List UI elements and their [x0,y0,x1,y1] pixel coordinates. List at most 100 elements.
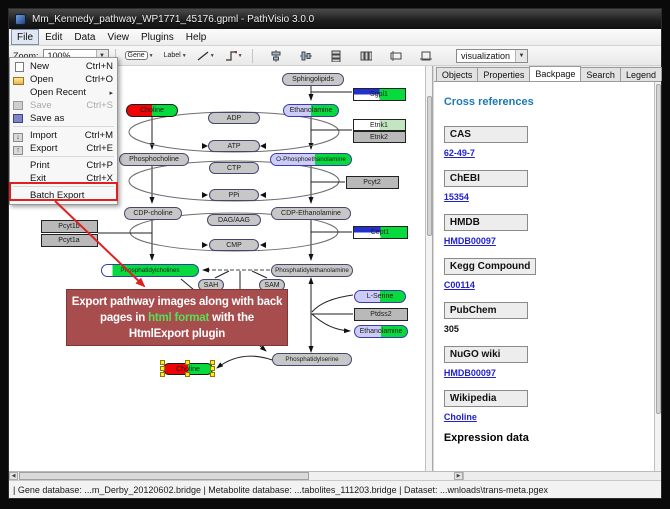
save-icon [13,114,26,124]
xref-value-chebi[interactable]: 15354 [444,192,648,202]
gene-node-etnk2[interactable]: Etnk2 [353,131,406,143]
metabolite-node-phosphatidylserine[interactable]: Phosphatidylserine [272,353,352,366]
expression-data-heading: Expression data [444,432,648,444]
stack-horizontal-button[interactable] [357,48,375,64]
menu-item-export[interactable]: ↑ExportCtrl+E [10,142,117,155]
gene-node-cept1[interactable]: Cept1 [353,226,408,239]
xref-header: PubChem [444,302,528,319]
selection-handle[interactable] [185,360,190,365]
metabolite-node-phosphatidylcholines[interactable]: Phosphatidylcholines [101,264,199,277]
menu-item-import[interactable]: ↓ImportCtrl+M [10,129,117,142]
metabolite-node-ethanolamine[interactable]: Ethanolamine [283,104,339,117]
menu-item-save-as[interactable]: Save as [10,112,117,125]
chevron-down-icon: ▼ [515,50,527,62]
canvas-horizontal-scrollbar[interactable]: ◀ ▶ [9,472,464,480]
xref-value-cas[interactable]: 62-49-7 [444,148,648,158]
scrollbar-thumb[interactable] [427,96,432,236]
align-middle-button[interactable] [297,48,315,64]
canvas-vertical-scrollbar[interactable] [425,66,432,471]
side-panel: ObjectsPropertiesBackpageSearchLegend Cr… [434,66,661,471]
metabolite-node-cmp[interactable]: CMP [209,239,259,251]
gene-node-pcyt1b[interactable]: Pcyt1b [41,220,98,233]
tab-search[interactable]: Search [580,67,621,81]
metabolite-node-phosphocholine[interactable]: Phosphocholine [119,153,189,166]
tab-properties[interactable]: Properties [477,67,530,81]
menubar-item-data[interactable]: Data [68,29,101,45]
menu-item-new[interactable]: NewCtrl+N [10,60,117,73]
tab-backpage[interactable]: Backpage [529,66,581,81]
pathway-edge [202,192,208,198]
selection-handle[interactable] [210,372,215,377]
selection-handle[interactable] [210,360,215,365]
metabolite-node-cdp-choline[interactable]: CDP-choline [124,207,182,220]
metabolite-node-adp[interactable]: ADP [208,112,260,124]
tab-objects[interactable]: Objects [436,67,479,81]
gene-node-ptdss2[interactable]: Ptdss2 [354,308,408,321]
pathway-edge [260,242,266,248]
menubar-item-edit[interactable]: Edit [39,29,68,45]
tab-legend[interactable]: Legend [620,67,662,81]
selection-handle[interactable] [160,366,165,371]
menu-item-print[interactable]: PrintCtrl+P [10,159,117,172]
xref-section-pubchem: PubChem305 [444,300,648,334]
metabolite-node-ethanolamine[interactable]: Ethanolamine [354,325,408,338]
menu-item-batch-export[interactable]: Batch Export [10,189,117,202]
menu-item-open[interactable]: OpenCtrl+O [10,73,117,86]
statusbar: | Gene database: ...m_Derby_20120602.bri… [9,480,661,498]
line-tool-button[interactable]: ▼ [194,48,218,64]
xref-value-hmdb[interactable]: HMDB00097 [444,236,648,246]
pathway-edge [202,242,208,248]
stack-vertical-button[interactable] [327,48,345,64]
distribute-horizontal-button[interactable] [387,48,405,64]
connector-tool-button[interactable]: ▼ [222,48,246,64]
panel-vertical-scrollbar[interactable] [654,82,661,471]
metabolite-node-ppi[interactable]: PPi [209,189,259,201]
xref-section-wikipedia: Wikipedia Choline [444,388,648,422]
selection-handle[interactable] [160,372,165,377]
stack-vertical-icon [330,50,342,62]
xref-value-wikipedia[interactable]: Choline [444,412,648,422]
metabolite-node-phosphatidylethanolamine[interactable]: Phosphatidylethanolamine [271,264,353,277]
align-center-button[interactable] [267,48,285,64]
scrollbar-thumb[interactable] [656,84,661,414]
xref-header: Wikipedia [444,390,528,407]
new-document-icon [13,62,26,72]
metabolite-node-sphingolipids[interactable]: Sphingolipids [282,73,344,86]
metabolite-node-choline[interactable]: Choline [126,104,178,117]
xref-value-nugo-wiki[interactable]: HMDB00097 [444,368,648,378]
selection-handle[interactable] [210,366,215,371]
distribute-vertical-button[interactable] [417,48,435,64]
align-middle-icon [300,50,312,62]
metabolite-node-cdp-ethanolamine[interactable]: CDP-Ethanolamine [271,207,351,220]
menu-item-save[interactable]: SaveCtrl+S [10,99,117,112]
menu-item-exit[interactable]: ExitCtrl+X [10,172,117,185]
menu-item-open-recent[interactable]: Open Recent▸ [10,86,117,99]
xref-value-kegg-compound[interactable]: C00114 [444,280,648,290]
menubar-item-file[interactable]: File [11,29,39,45]
gene-node-pcyt2[interactable]: Pcyt2 [346,176,399,189]
gene-tool-button[interactable]: Gene▼ [122,48,157,64]
selection-handle[interactable] [185,372,190,377]
menubar-item-plugins[interactable]: Plugins [135,29,180,45]
label-tool-button[interactable]: Label▼ [161,48,190,64]
scroll-right-icon[interactable]: ▶ [454,472,463,480]
none-icon [13,174,26,184]
scroll-left-icon[interactable]: ◀ [9,472,18,480]
gene-node-pcyt1a[interactable]: Pcyt1a [41,234,98,247]
metabolite-node-l-serine[interactable]: L-Serine [354,290,406,303]
metabolite-node-atp[interactable]: ATP [208,140,260,152]
metabolite-node-o-phosphoethanolamine[interactable]: O-Phosphoethanolamine [270,153,352,166]
menubar-item-view[interactable]: View [101,29,135,45]
xref-section-chebi: ChEBI15354 [444,168,648,202]
gene-node-sgpl1[interactable]: Sgpl1 [353,88,406,101]
metabolite-node-dag-aag[interactable]: DAG/AAG [207,214,261,226]
gene-node-etnk1[interactable]: Etnk1 [353,119,406,131]
xref-section-cas: CAS62-49-7 [444,124,648,158]
selection-handle[interactable] [160,360,165,365]
app-icon [15,14,26,25]
menubar-item-help[interactable]: Help [180,29,213,45]
metabolite-node-ctp[interactable]: CTP [209,162,259,174]
import-icon: ↓ [13,131,26,141]
visualization-combobox[interactable]: visualization ▼ [456,49,528,63]
scrollbar-thumb[interactable] [19,472,309,480]
